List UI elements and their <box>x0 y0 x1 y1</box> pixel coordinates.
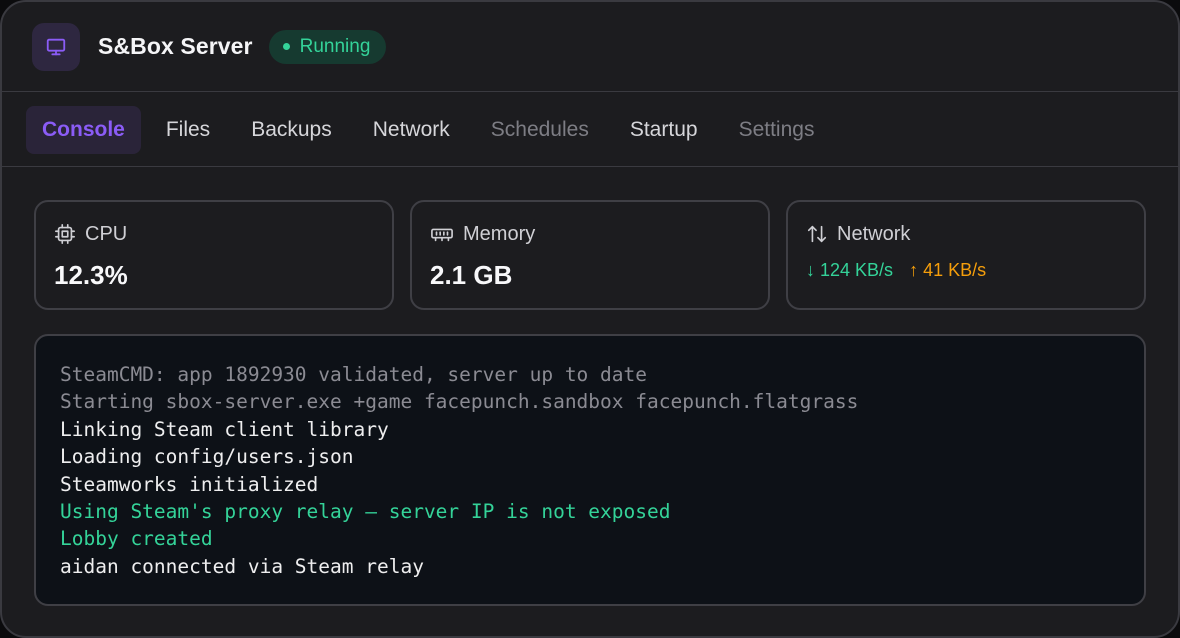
memory-card: Memory 2.1 GB <box>410 200 770 310</box>
server-title: S&Box Server <box>98 33 253 59</box>
status-dot-icon <box>282 43 290 50</box>
console-line: Loading config/users.json <box>60 445 354 469</box>
console-line: Linking Steam client library <box>60 417 389 441</box>
status-label: Running <box>299 35 371 57</box>
monitor-icon <box>32 22 80 71</box>
tab-schedules[interactable]: Schedules <box>475 106 605 154</box>
memory-value: 2.1 GB <box>430 260 513 290</box>
arrow-up-icon: ↑ <box>909 260 919 280</box>
tab-network[interactable]: Network <box>357 106 466 154</box>
network-card: Network ↓ 124 KB/s ↑ 41 KB/s <box>786 200 1146 310</box>
tab-bar: Console Files Backups Network Schedules … <box>2 93 1178 167</box>
console-line: aidan connected via Steam relay <box>60 554 424 578</box>
download-rate: ↓ 124 KB/s <box>806 260 894 280</box>
network-label: Network <box>837 222 911 245</box>
console-line: Starting sbox-server.exe +game facepunch… <box>60 390 859 414</box>
status-badge: Running <box>268 29 387 64</box>
console-line: SteamCMD: app 1892930 validated, server … <box>60 363 647 386</box>
cpu-chip-icon <box>55 224 75 244</box>
tab-settings[interactable]: Settings <box>723 106 831 154</box>
arrows-up-down-icon <box>807 225 827 243</box>
panel-header: S&Box Server Running <box>2 2 1178 92</box>
upload-rate: ↑ 41 KB/s <box>909 260 987 280</box>
memory-label: Memory <box>463 222 536 245</box>
memory-icon <box>431 228 453 242</box>
tab-backups[interactable]: Backups <box>235 106 348 154</box>
tab-console[interactable]: Console <box>26 105 141 154</box>
console-output[interactable]: SteamCMD: app 1892930 validated, server … <box>34 334 1146 606</box>
network-rates: ↓ 124 KB/s ↑ 41 KB/s <box>806 260 1144 281</box>
console-line: Steamworks initialized <box>60 472 319 496</box>
console-line: Using Steam's proxy relay — server IP is… <box>60 499 671 523</box>
console-line: Lobby created <box>60 527 213 551</box>
tab-startup[interactable]: Startup <box>614 106 714 154</box>
cpu-value: 12.3% <box>54 260 128 290</box>
tab-files[interactable]: Files <box>150 106 226 154</box>
arrow-down-icon: ↓ <box>806 260 815 280</box>
cpu-card: CPU 12.3% <box>34 200 394 310</box>
cpu-label: CPU <box>85 222 128 245</box>
server-panel: S&Box Server Running Console Files Backu… <box>0 0 1180 638</box>
